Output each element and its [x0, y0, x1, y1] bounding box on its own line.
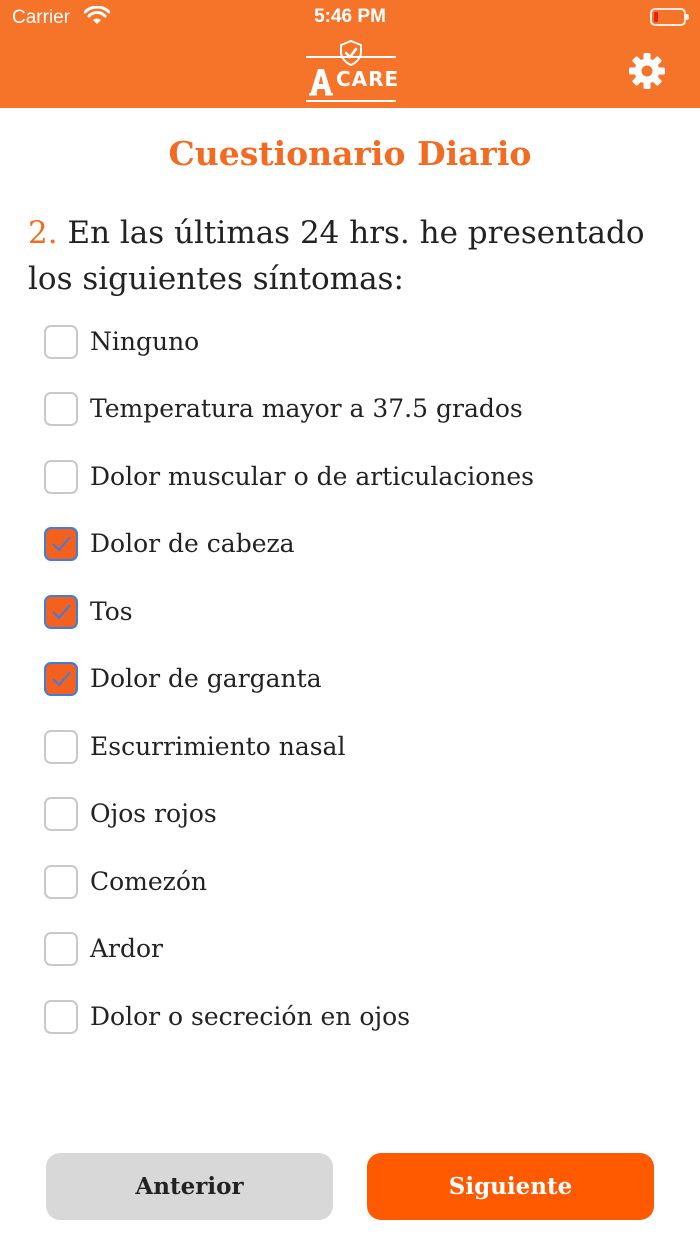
option-label: Ardor: [90, 934, 164, 963]
checkbox[interactable]: [44, 662, 78, 696]
checkbox[interactable]: [44, 865, 78, 899]
option-ojos-rojos[interactable]: Ojos rojos: [44, 794, 664, 834]
option-dolor-muscular[interactable]: Dolor muscular o de articulaciones: [44, 457, 664, 497]
question-text: 2. En las últimas 24 hrs. he presentado …: [28, 210, 678, 302]
checkbox[interactable]: [44, 932, 78, 966]
question-prompt: En las últimas 24 hrs. he presentado los…: [28, 215, 645, 297]
status-time: 5:46 PM: [314, 6, 386, 27]
battery-level: [654, 12, 658, 22]
checkbox[interactable]: [44, 730, 78, 764]
logo-divider-bottom: [306, 100, 396, 102]
option-label: Ninguno: [90, 327, 200, 356]
checkbox[interactable]: [44, 325, 78, 359]
checkmark-icon: [52, 604, 71, 620]
status-bar: Carrier 5:46 PM: [0, 0, 700, 36]
question-number: 2.: [28, 215, 58, 251]
previous-button[interactable]: Anterior: [46, 1153, 333, 1220]
checkbox[interactable]: [44, 460, 78, 494]
next-button[interactable]: Siguiente: [367, 1153, 654, 1220]
checkbox[interactable]: [44, 595, 78, 629]
checkbox[interactable]: [44, 527, 78, 561]
app-logo: CARE: [306, 40, 400, 102]
option-label: Dolor muscular o de articulaciones: [90, 462, 534, 491]
checkbox[interactable]: [44, 392, 78, 426]
logo-text: CARE: [336, 67, 400, 91]
gear-icon[interactable]: [628, 52, 666, 90]
option-label: Dolor de garganta: [90, 664, 322, 693]
option-escurrimiento-nasal[interactable]: Escurrimiento nasal: [44, 727, 664, 767]
option-temperatura[interactable]: Temperatura mayor a 37.5 grados: [44, 389, 664, 429]
option-tos[interactable]: Tos: [44, 592, 664, 632]
checkmark-icon: [52, 536, 71, 552]
option-label: Dolor de cabeza: [90, 529, 295, 558]
battery-icon: [650, 8, 689, 26]
checkbox[interactable]: [44, 797, 78, 831]
option-label: Temperatura mayor a 37.5 grados: [90, 394, 523, 423]
option-ardor[interactable]: Ardor: [44, 929, 664, 969]
option-label: Dolor o secreción en ojos: [90, 1002, 411, 1031]
logo-a-icon: [309, 69, 333, 96]
shield-check-icon: [340, 40, 362, 66]
option-ninguno[interactable]: Ninguno: [44, 322, 664, 362]
option-label: Comezón: [90, 867, 208, 896]
option-label: Escurrimiento nasal: [90, 732, 346, 761]
app-header: Carrier 5:46 PM CARE: [0, 0, 700, 108]
option-comezon[interactable]: Comezón: [44, 862, 664, 902]
option-label: Tos: [90, 597, 133, 626]
checkbox[interactable]: [44, 1000, 78, 1034]
option-dolor-cabeza[interactable]: Dolor de cabeza: [44, 524, 664, 564]
option-label: Ojos rojos: [90, 799, 217, 828]
page-title: Cuestionario Diario: [168, 134, 532, 173]
option-dolor-garganta[interactable]: Dolor de garganta: [44, 659, 664, 699]
checkmark-icon: [52, 671, 71, 687]
logo-divider-top: [306, 56, 396, 58]
option-dolor-secrecion-ojos[interactable]: Dolor o secreción en ojos: [44, 997, 664, 1037]
